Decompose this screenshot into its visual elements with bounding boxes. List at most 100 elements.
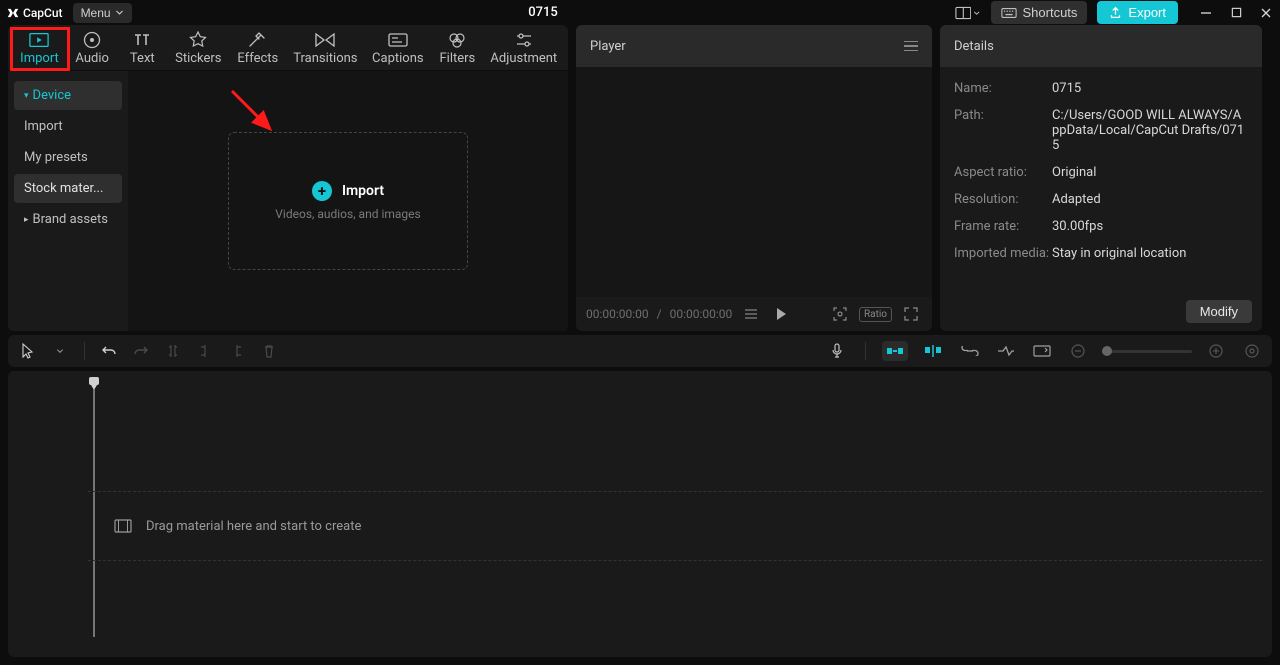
- split-button[interactable]: [161, 339, 185, 363]
- zoom-out-button[interactable]: [1066, 339, 1090, 363]
- magnet-mode-2[interactable]: [920, 341, 946, 361]
- time-current: 00:00:00:00: [586, 307, 649, 321]
- menu-button[interactable]: Menu: [73, 3, 132, 23]
- delete-left-button[interactable]: [193, 339, 217, 363]
- media-sidebar: ▾Device Import My presets Stock mater...…: [8, 71, 128, 331]
- timeline-lane[interactable]: Drag material here and start to create: [88, 491, 1262, 561]
- filters-icon: [448, 32, 466, 48]
- cursor-icon: [21, 343, 35, 359]
- cover-button[interactable]: [1030, 339, 1054, 363]
- cover-icon: [1033, 345, 1051, 357]
- capcut-icon: [6, 6, 20, 20]
- minimize-icon: [1200, 7, 1212, 19]
- details-title: Details: [954, 39, 994, 54]
- media-tabs: Import Audio Text Stickers Effects: [8, 25, 568, 71]
- redo-button[interactable]: [129, 339, 153, 363]
- chevron-down-icon: [115, 8, 124, 17]
- zoom-in-button[interactable]: [1204, 339, 1228, 363]
- export-button[interactable]: Export: [1097, 1, 1178, 24]
- plus-icon: +: [312, 181, 332, 201]
- split-icon: [166, 343, 180, 359]
- link-button[interactable]: [958, 339, 982, 363]
- fullscreen-icon: [904, 307, 918, 321]
- focus-icon: [832, 306, 848, 322]
- layout-button[interactable]: [955, 2, 981, 24]
- delete-right-icon: [230, 343, 244, 359]
- undo-button[interactable]: [97, 339, 121, 363]
- detail-row: Name:0715: [954, 81, 1248, 96]
- tab-transitions[interactable]: Transitions: [286, 25, 364, 70]
- delete-button[interactable]: [257, 339, 281, 363]
- modify-button[interactable]: Modify: [1186, 300, 1252, 323]
- media-panel: Import Audio Text Stickers Effects: [8, 25, 568, 331]
- chevron-down-icon: [56, 347, 64, 355]
- sidebar-item-presets[interactable]: My presets: [14, 143, 122, 172]
- adjustment-icon: [515, 32, 533, 48]
- export-icon: [1109, 6, 1122, 19]
- details-panel: Details Name:0715 Path:C:/Users/GOOD WIL…: [940, 25, 1262, 331]
- sidebar-item-brand[interactable]: ▸Brand assets: [14, 205, 122, 234]
- preview-button[interactable]: [994, 339, 1018, 363]
- player-title: Player: [590, 39, 626, 54]
- dropzone-title: Import: [342, 183, 384, 199]
- tab-stickers[interactable]: Stickers: [167, 25, 229, 70]
- delete-right-button[interactable]: [225, 339, 249, 363]
- timeline-hint: Drag material here and start to create: [146, 519, 361, 534]
- sidebar-item-import[interactable]: Import: [14, 112, 122, 141]
- detail-row: Frame rate:30.00fps: [954, 219, 1248, 234]
- sidebar-item-device[interactable]: ▾Device: [14, 81, 122, 110]
- zoom-fit-button[interactable]: [1240, 339, 1264, 363]
- time-total: 00:00:00:00: [670, 307, 733, 321]
- app-logo: CapCut: [6, 6, 63, 20]
- link-icon: [961, 346, 979, 356]
- player-panel: Player 00:00:00:00 / 00:00:00:00 Ratio: [576, 25, 932, 331]
- play-icon: [775, 307, 787, 321]
- shortcuts-button[interactable]: Shortcuts: [991, 1, 1088, 24]
- import-icon: [29, 32, 49, 48]
- tab-filters[interactable]: Filters: [431, 25, 483, 70]
- stickers-icon: [189, 31, 207, 49]
- timeline-panel[interactable]: Drag material here and start to create: [8, 371, 1272, 657]
- detail-row: Resolution:Adapted: [954, 192, 1248, 207]
- chevron-down-icon: [973, 9, 980, 17]
- selection-tool[interactable]: [16, 339, 40, 363]
- effects-icon: [249, 32, 267, 48]
- tab-audio[interactable]: Audio: [67, 25, 117, 70]
- redo-icon: [133, 344, 149, 358]
- video-track-icon: [114, 519, 132, 533]
- zoom-fit-icon: [1245, 344, 1259, 358]
- detail-row: Imported media:Stay in original location: [954, 246, 1248, 261]
- grid-icon: [744, 308, 758, 320]
- tab-adjustment[interactable]: Adjustment: [484, 25, 564, 70]
- selection-dropdown[interactable]: [48, 339, 72, 363]
- player-viewport[interactable]: [576, 67, 932, 297]
- ratio-button[interactable]: Ratio: [859, 307, 892, 322]
- zoom-in-icon: [1209, 344, 1223, 358]
- fullscreen-button[interactable]: [900, 303, 922, 325]
- minimize-button[interactable]: [1198, 5, 1214, 21]
- zoom-out-icon: [1071, 344, 1085, 358]
- sidebar-item-stock[interactable]: Stock mater...: [14, 174, 122, 203]
- focus-button[interactable]: [829, 303, 851, 325]
- layout-icon: [955, 6, 972, 20]
- undo-icon: [101, 344, 117, 358]
- delete-left-icon: [198, 343, 212, 359]
- import-dropzone[interactable]: + Import Videos, audios, and images: [228, 132, 468, 270]
- player-menu-button[interactable]: [904, 41, 918, 52]
- detail-row: Aspect ratio:Original: [954, 165, 1248, 180]
- tab-text[interactable]: Text: [117, 25, 167, 70]
- maximize-button[interactable]: [1228, 5, 1244, 21]
- magnet-mode-1[interactable]: [882, 341, 908, 361]
- text-icon: [133, 32, 151, 48]
- play-button[interactable]: [770, 303, 792, 325]
- tab-import[interactable]: Import: [12, 25, 67, 70]
- trash-icon: [263, 344, 275, 358]
- captions-icon: [388, 33, 408, 47]
- tab-captions[interactable]: Captions: [364, 25, 431, 70]
- zoom-slider[interactable]: [1102, 350, 1192, 353]
- close-button[interactable]: [1258, 5, 1274, 21]
- grid-button[interactable]: [740, 303, 762, 325]
- record-button[interactable]: [825, 339, 849, 363]
- magnet2-icon: [924, 344, 942, 358]
- tab-effects[interactable]: Effects: [229, 25, 286, 70]
